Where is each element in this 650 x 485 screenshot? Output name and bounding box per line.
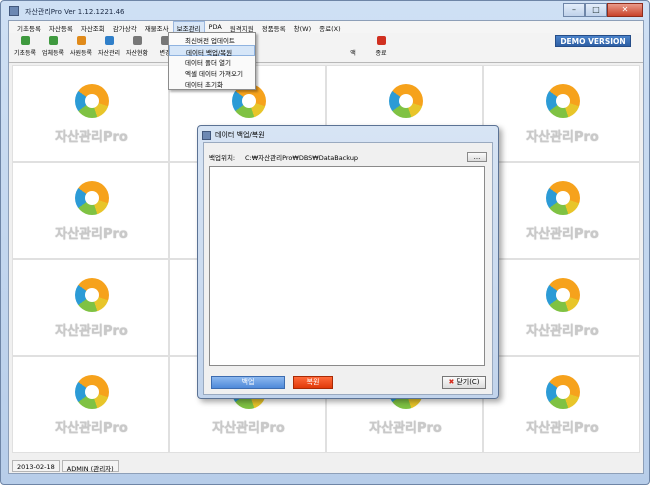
toolbar-tail[interactable]: 액 — [339, 33, 367, 61]
asset-status-icon — [132, 36, 142, 45]
menu-option-excel-import[interactable]: 엑셀 데이터 가져오기 — [169, 67, 255, 78]
toolbar-company-register[interactable]: 업체등록 — [39, 33, 67, 61]
tile-label: 자산관리Pro — [55, 421, 128, 436]
menu-bar: 기초등록 자산등록 자산조회 감가상각 재물조사 보조관리 PDA 원격지원 정… — [9, 21, 643, 33]
menu-item-base[interactable]: 기초등록 — [13, 21, 45, 33]
backup-file-list[interactable] — [209, 166, 485, 366]
app-logo-icon — [546, 84, 580, 118]
tile-label: 자산관리Pro — [526, 227, 599, 242]
toolbar-label: 업체등록 — [41, 50, 65, 57]
logo-tile: 자산관리Pro — [12, 65, 169, 162]
menu-option-open-folder[interactable]: 데이터 폴더 열기 — [169, 56, 255, 67]
aux-menu-dropdown: 최신버전 업데이트 데이터 백업/복원 데이터 폴더 열기 엑셀 데이터 가져오… — [168, 32, 256, 90]
backup-restore-dialog: 데이터 백업/복원 백업위치: C:₩자산관리Pro₩DBS₩DataBacku… — [197, 125, 499, 399]
main-window: 자산관리Pro Ver 1.12.1221.46 – □ ✕ 기초등록 자산등록… — [0, 0, 650, 485]
window-controls: – □ ✕ — [563, 3, 643, 17]
toolbar-label: 자산현황 — [125, 50, 149, 57]
menu-item-license[interactable]: 정품등록 — [258, 21, 290, 33]
tile-label: 자산관리Pro — [369, 421, 442, 436]
dialog-title-bar[interactable]: 데이터 백업/복원 — [202, 129, 265, 141]
logo-tile: 자산관리Pro — [12, 162, 169, 259]
menu-item-window[interactable]: 창(W) — [290, 21, 315, 33]
app-logo-icon — [75, 375, 109, 409]
logo-tile: 자산관리Pro — [483, 162, 640, 259]
dialog-title: 데이터 백업/복원 — [215, 131, 265, 139]
tile-label: 자산관리Pro — [55, 130, 128, 145]
app-logo-icon — [75, 181, 109, 215]
menu-item-asset-register[interactable]: 자산등록 — [45, 21, 77, 33]
menu-option-backup-restore[interactable]: 데이터 백업/복원 — [169, 45, 255, 57]
restore-button[interactable]: 복원 — [293, 376, 333, 389]
close-button[interactable]: ✕ — [607, 3, 643, 17]
tile-label: 자산관리Pro — [526, 130, 599, 145]
menu-option-update[interactable]: 최신버전 업데이트 — [169, 34, 255, 45]
base-register-icon — [20, 36, 30, 45]
toolbar: 기초등록 업체등록 사원등록 자산관리 자산현황 변경 액 종료 — [9, 33, 643, 63]
backup-path-value: C:₩자산관리Pro₩DBS₩DataBackup — [245, 154, 359, 162]
minimize-button[interactable]: – — [563, 3, 585, 17]
title-bar[interactable]: 자산관리Pro Ver 1.12.1221.46 – □ ✕ — [5, 3, 645, 19]
toolbar-exit[interactable]: 종료 — [367, 33, 395, 61]
backup-button[interactable]: 백업 — [211, 376, 285, 389]
toolbar-asset-status[interactable]: 자산현황 — [123, 33, 151, 61]
toolbar-base-register[interactable]: 기초등록 — [11, 33, 39, 61]
tile-label: 자산관리Pro — [526, 421, 599, 436]
dialog-close-label: 닫기(C) — [456, 378, 480, 386]
toolbar-label: 자산관리 — [97, 50, 121, 57]
tile-label: 자산관리Pro — [55, 227, 128, 242]
backup-path-label: 백업위치: — [209, 154, 236, 162]
logo-tile: 자산관리Pro — [12, 259, 169, 356]
logo-tile: 자산관리Pro — [12, 356, 169, 453]
app-icon — [9, 6, 19, 16]
menu-item-depreciation[interactable]: 감가상각 — [109, 21, 141, 33]
toolbar-label: 종료 — [375, 50, 387, 57]
menu-option-reset-data[interactable]: 데이터 초기화 — [169, 78, 255, 89]
tile-label: 자산관리Pro — [55, 324, 128, 339]
dialog-body: 백업위치: C:₩자산관리Pro₩DBS₩DataBackup ... 백업 복… — [203, 142, 493, 395]
status-user: ADMIN (관리자) — [61, 460, 119, 473]
dialog-close-button[interactable]: ✖ 닫기(C) — [442, 376, 486, 389]
asset-manage-icon — [104, 36, 114, 45]
backup-path-row: 백업위치: C:₩자산관리Pro₩DBS₩DataBackup ... — [209, 151, 487, 163]
browse-button[interactable]: ... — [467, 152, 487, 162]
logo-tile: 자산관리Pro — [483, 259, 640, 356]
toolbar-employee-register[interactable]: 사원등록 — [67, 33, 95, 61]
app-logo-icon — [546, 278, 580, 312]
company-register-icon — [48, 36, 58, 45]
tile-label: 자산관리Pro — [526, 324, 599, 339]
app-logo-icon — [546, 375, 580, 409]
logo-tile: 자산관리Pro — [483, 356, 640, 453]
close-x-icon: ✖ — [448, 378, 455, 386]
employee-register-icon — [76, 36, 86, 45]
toolbar-asset-manage[interactable]: 자산관리 — [95, 33, 123, 61]
demo-version-badge: DEMO VERSION — [555, 35, 631, 47]
status-bar: 2013-02-18 ADMIN (관리자) — [12, 460, 121, 473]
logo-tile: 자산관리Pro — [483, 65, 640, 162]
maximize-button[interactable]: □ — [585, 3, 607, 17]
app-logo-icon — [75, 84, 109, 118]
toolbar-label: 액 — [350, 50, 356, 57]
menu-item-asset-search[interactable]: 자산조회 — [77, 21, 109, 33]
menu-item-exit[interactable]: 종료(X) — [315, 21, 345, 33]
app-logo-icon — [546, 181, 580, 215]
exit-icon — [376, 36, 386, 45]
dialog-app-icon — [202, 130, 211, 140]
app-logo-icon — [75, 278, 109, 312]
status-date: 2013-02-18 — [12, 460, 60, 472]
toolbar-label: 사원등록 — [69, 50, 93, 57]
window-title: 자산관리Pro Ver 1.12.1221.46 — [25, 8, 125, 16]
tile-label: 자산관리Pro — [212, 421, 285, 436]
toolbar-label: 기초등록 — [13, 50, 37, 57]
app-logo-icon — [389, 84, 423, 118]
